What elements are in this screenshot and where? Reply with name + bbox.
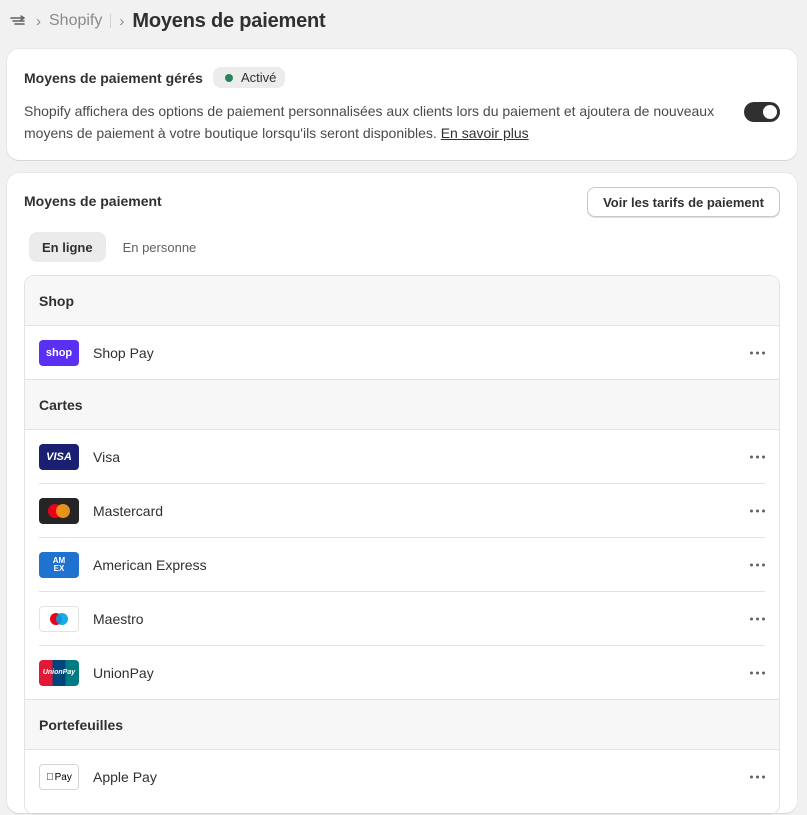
payment-row-maestro[interactable]: Maestro — [25, 592, 779, 646]
managed-payments-title: Moyens de paiement gérés — [24, 69, 203, 86]
amex-logo: AM EX — [39, 552, 79, 578]
more-actions-icon[interactable] — [750, 455, 765, 459]
tab-online[interactable]: En ligne — [29, 232, 106, 262]
payment-methods-title: Moyens de paiement — [24, 193, 162, 209]
section-header-wallets: Portefeuilles — [25, 700, 779, 750]
status-badge: Activé — [212, 67, 286, 88]
tab-in-person[interactable]: En personne — [110, 232, 210, 262]
payment-row-apple-pay[interactable]:  Pay Apple Pay — [25, 750, 779, 804]
learn-more-link[interactable]: En savoir plus — [441, 125, 529, 141]
channel-tabs: En ligne En personne — [29, 232, 209, 262]
payment-method-label: Maestro — [93, 611, 144, 627]
payment-row-visa[interactable]: VISA Visa — [25, 430, 779, 484]
breadcrumb: › Shopify › Moyens de paiement — [8, 8, 326, 34]
payment-row-shop-pay[interactable]: shop Shop Pay — [25, 326, 779, 380]
unionpay-logo: UnionPay — [39, 659, 79, 686]
managed-payments-toggle[interactable] — [744, 102, 780, 122]
breadcrumb-shop-link[interactable]: Shopify — [49, 12, 102, 30]
settings-payments-icon[interactable] — [8, 11, 28, 31]
payment-methods-list: Shop shop Shop Pay Cartes VISA Visa Mast… — [24, 275, 780, 815]
more-actions-icon[interactable] — [750, 775, 765, 779]
toggle-knob — [763, 105, 777, 119]
maestro-logo — [39, 606, 79, 632]
apple-icon:  — [46, 772, 54, 783]
status-dot-icon — [224, 73, 233, 82]
managed-payments-description-text: Shopify affichera des options de paiemen… — [24, 103, 715, 141]
payment-methods-card: Moyens de paiement Voir les tarifs de pa… — [7, 173, 797, 815]
payment-method-label: American Express — [93, 557, 207, 573]
more-actions-icon[interactable] — [750, 671, 765, 674]
payment-method-label: UnionPay — [93, 664, 154, 681]
chevron-right-icon: › — [119, 12, 125, 30]
apple-pay-logo:  Pay — [39, 764, 79, 790]
breadcrumb-divider — [110, 14, 112, 28]
view-payment-rates-button[interactable]: Voir les tarifs de paiement — [587, 187, 780, 217]
more-actions-icon[interactable] — [750, 563, 765, 567]
payment-method-label: Visa — [93, 449, 120, 465]
payment-method-label: Shop Pay — [93, 344, 154, 361]
mastercard-logo — [39, 498, 79, 524]
payment-method-label: Apple Pay — [93, 769, 157, 785]
shop-pay-logo: shop — [39, 339, 79, 366]
more-actions-icon[interactable] — [750, 351, 765, 354]
page-title: Moyens de paiement — [132, 9, 326, 32]
visa-logo: VISA — [39, 444, 79, 470]
chevron-right-icon: › — [36, 12, 41, 30]
payment-row-unionpay[interactable]: UnionPay UnionPay — [25, 646, 779, 700]
status-badge-label: Activé — [240, 70, 277, 85]
managed-payment-methods-card: Moyens de paiement gérés Activé Shopify … — [7, 49, 797, 160]
payment-row-mastercard[interactable]: Mastercard — [25, 484, 779, 538]
section-header-cards: Cartes — [25, 380, 779, 430]
more-actions-icon[interactable] — [750, 617, 765, 621]
more-actions-icon[interactable] — [750, 509, 765, 513]
payment-row-american-express[interactable]: AM EX American Express — [25, 538, 779, 592]
payment-method-label: Mastercard — [93, 503, 164, 519]
section-header-shop: Shop — [25, 276, 779, 326]
managed-payments-description: Shopify affichera des options de paiemen… — [24, 100, 724, 144]
